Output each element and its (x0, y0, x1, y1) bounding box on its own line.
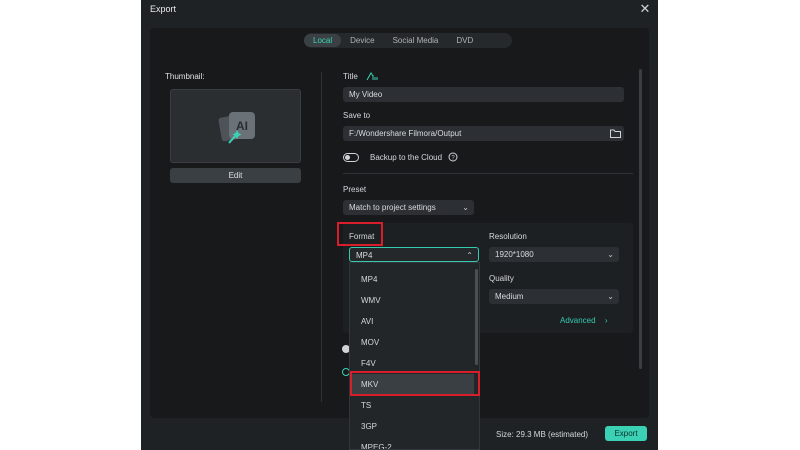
format-option-wmv[interactable]: WMV (350, 290, 474, 311)
format-value: MP4 (356, 251, 373, 260)
format-option-mov[interactable]: MOV (350, 332, 474, 353)
tab-dvd[interactable]: DVD (447, 34, 482, 47)
advanced-label: Advanced (560, 316, 596, 325)
format-option-mpeg2[interactable]: MPEG-2 (350, 437, 474, 449)
svg-text:AI: AI (236, 119, 248, 133)
dropdown-scrollbar[interactable] (475, 269, 478, 365)
thumbnail-preview[interactable]: AI (170, 89, 301, 163)
chevron-down-icon: ⌄ (607, 292, 614, 301)
format-label-highlight (337, 222, 383, 246)
edit-thumbnail-button[interactable]: Edit (170, 168, 301, 183)
chevron-up-icon: ⌃ (466, 251, 473, 260)
preset-select[interactable]: Match to project settings ⌄ (343, 200, 474, 215)
section-divider (343, 173, 633, 174)
chevron-down-icon: ⌄ (462, 203, 469, 212)
save-to-field[interactable]: F:/Wondershare Filmora/Output (343, 126, 624, 141)
preset-label: Preset (343, 185, 367, 194)
panel-scrollbar[interactable] (639, 69, 642, 369)
dialog-title: Export (150, 4, 177, 14)
resolution-label: Resolution (489, 232, 527, 241)
thumbnail-label: Thumbnail: (165, 72, 205, 81)
format-option-mp4[interactable]: MP4 (350, 269, 474, 290)
close-icon[interactable]: ✕ (638, 2, 652, 16)
format-option-3gp[interactable]: 3GP (350, 416, 474, 437)
panel-divider (321, 72, 322, 402)
help-icon[interactable]: ? (448, 152, 458, 162)
tab-social-media[interactable]: Social Media (384, 34, 448, 47)
destination-tabs: Local Device Social Media DVD (304, 33, 512, 48)
save-to-label: Save to (343, 111, 371, 120)
backup-label: Backup to the Cloud (370, 153, 443, 162)
resolution-value: 1920*1080 (495, 250, 534, 259)
export-button[interactable]: Export (605, 426, 647, 441)
chevron-right-icon: › (604, 316, 608, 325)
preset-value: Match to project settings (349, 203, 436, 212)
format-option-ts[interactable]: TS (350, 395, 474, 416)
format-option-avi[interactable]: AVI (350, 311, 474, 332)
ai-image-icon: AI (218, 112, 255, 144)
format-select[interactable]: MP4 ⌃ (349, 247, 479, 262)
title-input[interactable]: My Video (343, 87, 624, 102)
resolution-select[interactable]: 1920*1080 ⌄ (489, 247, 619, 262)
ai-write-icon[interactable] (366, 72, 378, 81)
quality-label: Quality (489, 274, 514, 283)
quality-value: Medium (495, 292, 524, 301)
chevron-down-icon: ⌄ (607, 250, 614, 259)
save-to-path: F:/Wondershare Filmora/Output (349, 129, 462, 138)
title-bar: Export ✕ (141, 0, 658, 20)
title-label: Title (343, 72, 358, 81)
tab-device[interactable]: Device (341, 34, 383, 47)
mkv-option-highlight (350, 371, 480, 396)
advanced-link[interactable]: Advanced › (560, 316, 608, 325)
backup-toggle[interactable] (343, 153, 359, 162)
folder-icon[interactable] (610, 129, 621, 138)
quality-select[interactable]: Medium ⌄ (489, 289, 619, 304)
estimated-size: Size: 29.3 MB (estimated) (496, 430, 589, 439)
tab-local[interactable]: Local (304, 34, 342, 47)
format-dropdown: MP4 WMV AVI MOV F4V MKV TS 3GP MPEG-2 (349, 262, 480, 450)
